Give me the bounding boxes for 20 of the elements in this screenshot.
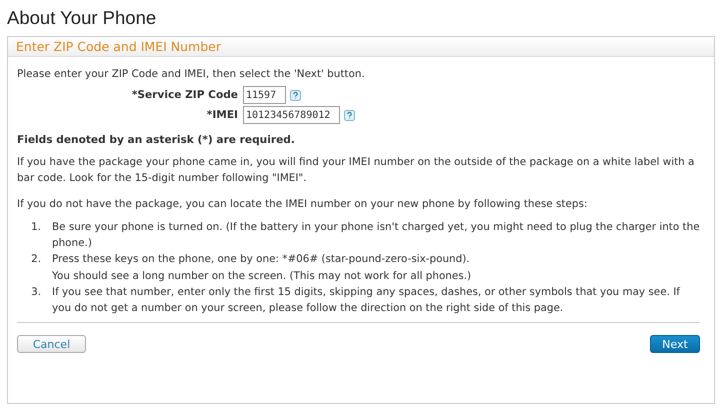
- step-number: 3.: [30, 285, 41, 300]
- next-button[interactable]: Next: [650, 335, 700, 353]
- input-field[interactable]: 11597: [243, 86, 286, 104]
- paragraph: If you have the package your phone came in, you will find your IMEI number on the outside of the package on a white label with a bar code. Look for the 15-digit number following "IMEI".: [17, 155, 696, 186]
- field-label: *Service ZIP Code: [130, 88, 238, 103]
- page-title: About Your Phone: [7, 6, 158, 30]
- step-text: Be sure your phone is turned on. (If the battery in your phone isn't charged yet, you might need to plug the charger into the phone.): [52, 220, 700, 251]
- step-text: Press these keys on the phone, one by one: *#06# (star-pound-zero-six-pound).: [52, 252, 471, 267]
- help-icon[interactable]: [344, 110, 356, 120]
- step-note: You should see a long number on the screen. (This may not work for all phones.): [52, 269, 472, 284]
- field-label: *IMEI: [206, 108, 238, 123]
- help-icon[interactable]: [290, 90, 300, 100]
- step-text: If you see that number, enter only the first 15 digits, skipping any spaces, dashes, or other symbols that you may see. If you do not get a number on your screen, please follow the direction on the right side of this page.: [52, 285, 682, 316]
- instruction-text: Please enter your ZIP Code and IMEI, then select the 'Next' button.: [17, 67, 366, 82]
- required-note: Fields denoted by an asterisk (*) are required.: [17, 133, 296, 148]
- paragraph: If you do not have the package, you can locate the IMEI number on your new phone by following these steps:: [17, 197, 588, 212]
- step-number: 2.: [30, 252, 41, 267]
- step-number: 1.: [30, 220, 41, 235]
- input-field[interactable]: 10123456789012: [243, 106, 340, 124]
- cancel-button[interactable]: Cancel: [17, 335, 86, 353]
